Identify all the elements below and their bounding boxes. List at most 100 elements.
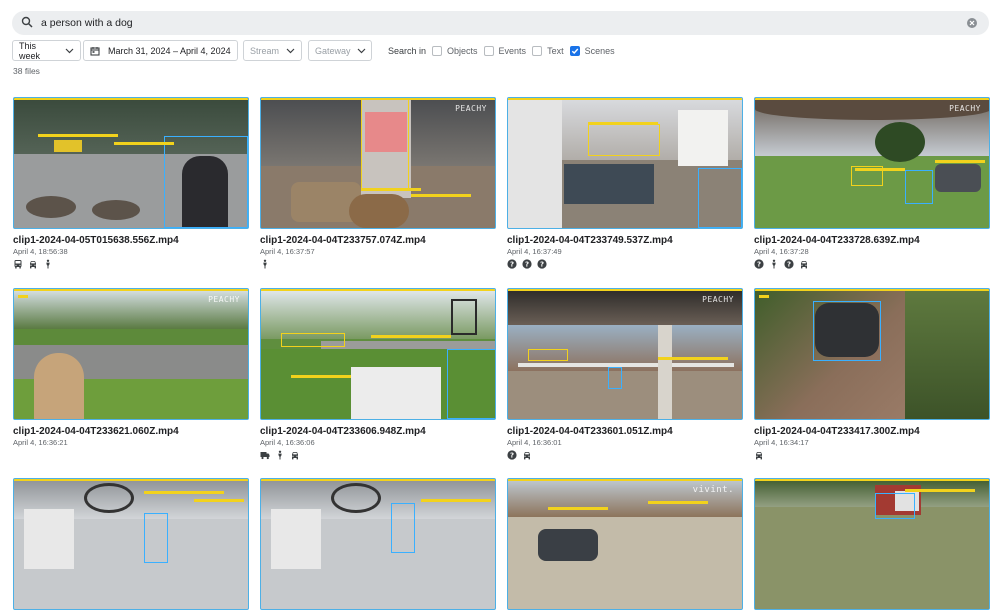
checkbox-label: Scenes [584,45,615,56]
checkbox-box[interactable] [483,45,494,56]
chevron-down-icon [65,48,74,54]
result-card[interactable] [754,478,990,610]
scenes-checkbox[interactable]: Scenes [569,45,615,56]
timestamp: April 4, 16:36:01 [507,438,562,447]
car-icon [522,450,532,460]
file-name[interactable]: clip1-2024-04-04T233621.060Z.mp4 [13,426,249,437]
video-thumbnail[interactable] [260,288,496,420]
file-count: 38 files [13,66,40,76]
timestamp: April 4, 16:36:21 [13,438,68,447]
result-card[interactable]: PEACHY clip1-2024-04-04T233757.074Z.mp4 … [260,97,496,269]
bus-icon [13,259,23,269]
video-thumbnail[interactable]: vivint. [507,478,743,610]
checkbox-label: Text [547,45,564,56]
peachy-watermark: PEACHY [455,104,487,113]
checkbox-label: Objects [447,45,478,56]
timestamp: April 4, 16:37:49 [507,247,562,256]
object-icons [754,450,990,460]
checkmark-icon[interactable] [569,45,580,56]
result-card[interactable]: clip1-2024-04-04T233749.537Z.mp4 April 4… [507,97,743,269]
person-icon [260,259,270,269]
result-card[interactable]: PEACHY clip1-2024-04-04T233601.051Z.mp4 … [507,288,743,460]
clear-search-icon[interactable] [967,18,977,28]
car-icon [290,450,300,460]
object-icons [13,259,249,269]
car-icon [799,259,809,269]
result-card[interactable] [260,478,496,610]
gateway-placeholder: Gateway [315,45,351,56]
peachy-watermark: PEACHY [949,104,981,113]
video-thumbnail[interactable] [260,478,496,610]
unknown-icon: ? [537,259,547,269]
checkbox-box[interactable] [432,45,443,56]
svg-text:?: ? [510,452,514,460]
object-icons: ? ? [754,259,990,269]
svg-text:?: ? [510,261,514,269]
peachy-watermark: PEACHY [702,295,734,304]
file-name[interactable]: clip1-2024-04-04T233601.051Z.mp4 [507,426,743,437]
svg-text:?: ? [525,261,529,269]
result-card[interactable]: PEACHY clip1-2024-04-04T233621.060Z.mp4 … [13,288,249,460]
timestamp: April 4, 16:37:28 [754,247,809,256]
result-card[interactable]: clip1-2024-04-05T015638.556Z.mp4 April 4… [13,97,249,269]
video-thumbnail[interactable]: PEACHY [260,97,496,229]
object-icons: ? [507,450,743,460]
svg-text:?: ? [787,261,791,269]
timestamp: April 4, 16:36:06 [260,438,315,447]
timestamp: April 4, 18:56:38 [13,247,68,256]
chevron-down-icon [286,48,295,54]
date-picker-value: March 31, 2024 – April 4, 2024 [108,45,231,56]
result-card[interactable]: vivint. [507,478,743,610]
search-bar[interactable]: a person with a dog [12,11,989,35]
video-thumbnail[interactable]: PEACHY [754,97,990,229]
checkbox-box[interactable] [532,45,543,56]
video-thumbnail[interactable]: PEACHY [507,288,743,420]
video-thumbnail[interactable] [507,97,743,229]
objects-checkbox[interactable]: Objects [432,45,478,56]
file-name[interactable]: clip1-2024-04-04T233606.948Z.mp4 [260,426,496,437]
file-name[interactable]: clip1-2024-04-04T233749.537Z.mp4 [507,235,743,246]
events-checkbox[interactable]: Events [483,45,526,56]
person-icon [275,450,285,460]
result-card[interactable]: PEACHY clip1-2024-04-04T233728.639Z.mp4 … [754,97,990,269]
file-name[interactable]: clip1-2024-04-05T015638.556Z.mp4 [13,235,249,246]
unknown-icon: ? [754,259,764,269]
calendar-icon [90,46,100,56]
chevron-down-icon [357,48,366,54]
video-thumbnail[interactable]: PEACHY [13,288,249,420]
object-icons [260,450,496,460]
result-card[interactable]: clip1-2024-04-04T233606.948Z.mp4 April 4… [260,288,496,460]
file-name[interactable]: clip1-2024-04-04T233417.300Z.mp4 [754,426,990,437]
video-thumbnail[interactable] [754,288,990,420]
peachy-watermark: PEACHY [208,295,240,304]
date-picker[interactable]: March 31, 2024 – April 4, 2024 [83,40,238,61]
svg-text:?: ? [757,261,761,269]
car-icon [28,259,38,269]
object-icons: ? ? ? [507,259,743,269]
filter-bar: This week March 31, 2024 – April 4, 2024… [12,40,615,61]
person-icon [43,259,53,269]
file-name[interactable]: clip1-2024-04-04T233757.074Z.mp4 [260,235,496,246]
person-icon [769,259,779,269]
timestamp: April 4, 16:37:57 [260,247,315,256]
search-icon [21,16,35,30]
search-in-label: Search in [388,45,427,56]
unknown-icon: ? [507,450,517,460]
video-thumbnail[interactable] [754,478,990,610]
date-range-select[interactable]: This week [12,40,81,61]
object-icons [260,259,496,269]
search-input[interactable]: a person with a dog [41,17,967,29]
stream-select[interactable]: Stream [243,40,302,61]
stream-placeholder: Stream [250,45,280,56]
gateway-select[interactable]: Gateway [308,40,372,61]
video-thumbnail[interactable] [13,478,249,610]
file-name[interactable]: clip1-2024-04-04T233728.639Z.mp4 [754,235,990,246]
result-card[interactable]: clip1-2024-04-04T233417.300Z.mp4 April 4… [754,288,990,460]
unknown-icon: ? [522,259,532,269]
text-checkbox[interactable]: Text [532,45,564,56]
result-card[interactable] [13,478,249,610]
vivint-watermark: vivint. [692,485,734,495]
date-range-value: This week [19,40,41,61]
truck-icon [260,450,270,460]
video-thumbnail[interactable] [13,97,249,229]
